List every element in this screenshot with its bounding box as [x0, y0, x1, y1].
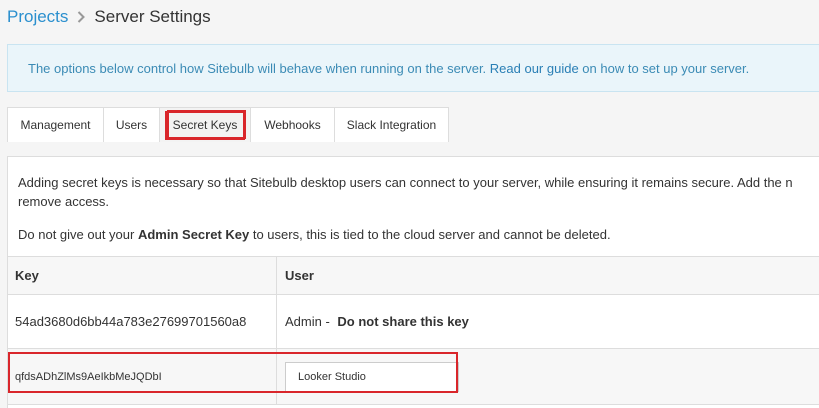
tab-label: Secret Keys: [164, 110, 246, 140]
banner-text-before: The options below control how Sitebulb w…: [28, 60, 490, 76]
description-line-2: remove access.: [18, 194, 110, 209]
page-title: Server Settings: [94, 7, 211, 26]
table-header-row: Key User: [8, 257, 819, 295]
tab-secret-keys[interactable]: Secret Keys: [159, 107, 251, 142]
tab-management[interactable]: Management: [7, 107, 104, 142]
tab-label: Users: [115, 118, 148, 132]
user-name-input[interactable]: [285, 361, 459, 392]
tab-users[interactable]: Users: [103, 107, 160, 142]
tab-label: Webhooks: [264, 118, 321, 132]
breadcrumb: Projects Server Settings: [7, 4, 211, 30]
tab-label: Slack Integration: [346, 118, 437, 132]
info-banner: The options below control how Sitebulb w…: [7, 44, 819, 92]
tab-webhooks[interactable]: Webhooks: [250, 107, 335, 142]
settings-tabs: Management Users Secret Keys Webhooks Sl…: [7, 107, 449, 143]
secret-keys-table: Key User 54ad3680d6bb44a783e27699701560a…: [8, 256, 819, 405]
warning-bold: Admin Secret Key: [137, 227, 250, 242]
column-header-user: User: [285, 268, 314, 283]
warning-text-before: Do not give out your: [18, 227, 138, 242]
key-cell: qfdsADhZlMs9AeIkbMeJQDbI: [8, 349, 277, 404]
user-cell: [277, 349, 819, 404]
warning-text-after: to users, this is tied to the cloud serv…: [249, 227, 611, 242]
admin-key-warning: Do not give out your Admin Secret Key to…: [18, 227, 611, 242]
secret-keys-panel: Adding secret keys is necessary so that …: [7, 156, 819, 408]
breadcrumb-projects-link[interactable]: Projects: [7, 7, 68, 27]
chevron-right-icon: [77, 11, 86, 23]
user-warning: Do not share this key: [337, 314, 469, 329]
description: Adding secret keys is necessary so that …: [18, 173, 819, 211]
guide-link[interactable]: Read our guide: [490, 61, 579, 76]
column-header-key: Key: [8, 257, 277, 294]
user-prefix: Admin -: [285, 314, 334, 329]
tab-slack-integration[interactable]: Slack Integration: [334, 107, 449, 142]
key-cell: 54ad3680d6bb44a783e27699701560a8: [8, 295, 277, 348]
table-row: 54ad3680d6bb44a783e27699701560a8 Admin -…: [8, 295, 819, 349]
server-settings-page: Projects Server Settings The options bel…: [0, 0, 819, 408]
table-row: qfdsADhZlMs9AeIkbMeJQDbI: [8, 349, 819, 405]
description-line-1: Adding secret keys is necessary so that …: [18, 175, 793, 190]
tab-label: Management: [20, 118, 91, 132]
banner-text-after: on how to set up your server.: [578, 60, 750, 76]
user-cell: Admin - Do not share this key: [277, 295, 819, 348]
